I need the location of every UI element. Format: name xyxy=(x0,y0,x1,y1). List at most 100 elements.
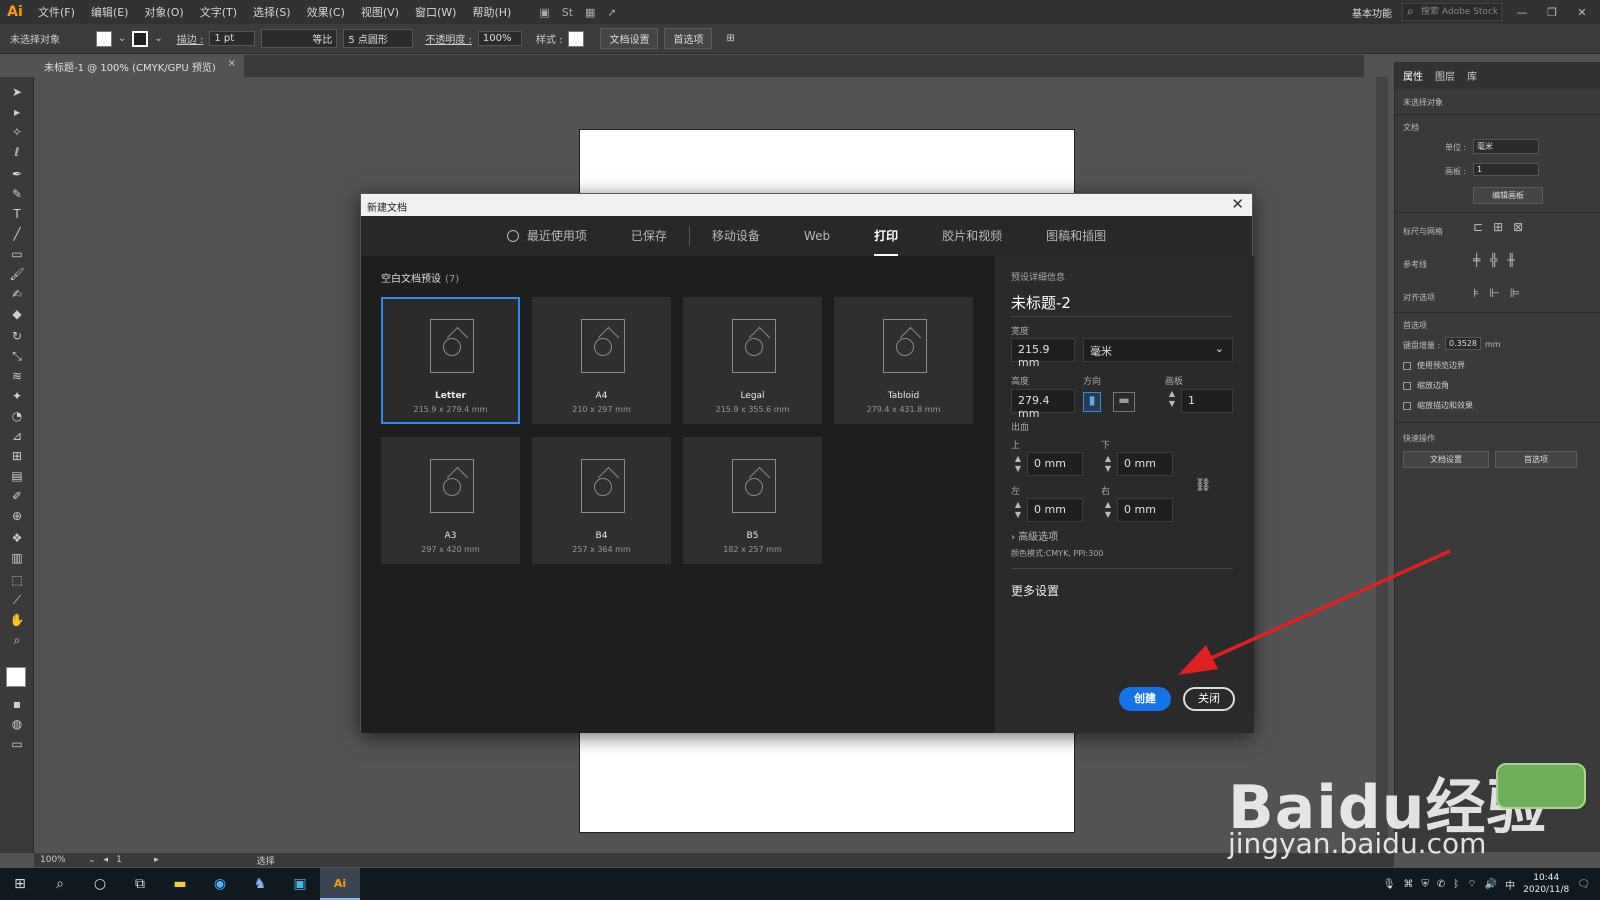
keyboard-increment-input[interactable]: 0.3528 xyxy=(1445,337,1481,350)
direct-selection-tool-icon[interactable]: ▸ xyxy=(9,105,25,119)
tab-film-video[interactable]: 胶片和视频 xyxy=(920,216,1024,256)
unit-select[interactable]: 毫米 xyxy=(1473,139,1539,154)
paintbrush-icon[interactable]: 🖌 xyxy=(9,267,25,281)
microphone-icon[interactable]: 🎙 xyxy=(1383,879,1396,890)
bluetooth-icon[interactable]: ᛒ xyxy=(1453,879,1459,890)
pen-tool-icon[interactable]: ✒ xyxy=(9,167,25,181)
tab-saved[interactable]: 已保存 xyxy=(609,216,689,256)
minimize-icon[interactable]: — xyxy=(1512,6,1532,19)
magic-wand-icon[interactable]: ✧ xyxy=(9,125,25,139)
ruler-icon[interactable]: ⊏ xyxy=(1473,220,1483,234)
symbol-sprayer-icon[interactable]: ❖ xyxy=(9,531,25,545)
artboards-stepper-icon[interactable]: ▲ ▼ xyxy=(1167,389,1177,409)
document-tab[interactable]: 未标题-1 @ 100% (CMYK/GPU 预览) × xyxy=(34,55,244,77)
preferences-button[interactable]: 首选项 xyxy=(664,28,713,49)
scale-tool-icon[interactable]: ⤡ xyxy=(9,349,25,363)
preset-card-a4[interactable]: A4 210 x 297 mm xyxy=(532,297,671,424)
create-button[interactable]: 创建 xyxy=(1119,687,1171,711)
document-setup-button[interactable]: 文档设置 xyxy=(600,28,659,49)
chevron-down-icon[interactable]: ⌄ xyxy=(88,855,96,865)
edge-browser-icon[interactable]: ◉ xyxy=(200,868,240,900)
tab-art-illustration[interactable]: 图稿和插图 xyxy=(1024,216,1128,256)
task-view-icon[interactable]: ⧉ xyxy=(120,868,160,900)
bleed-right-stepper-icon[interactable]: ▲ ▼ xyxy=(1103,500,1113,520)
page-nav-prev-icon[interactable]: ◂ xyxy=(104,855,109,865)
tab-print[interactable]: 打印 xyxy=(852,216,920,256)
document-name-input[interactable]: 未标题-2 xyxy=(1011,292,1071,313)
tab-web[interactable]: Web xyxy=(782,216,852,256)
menu-view[interactable]: 视图(V) xyxy=(353,4,407,20)
preset-card-a3[interactable]: A3 297 x 420 mm xyxy=(381,437,520,564)
align-point-icon[interactable]: ⊧ xyxy=(1473,286,1479,300)
file-explorer-icon[interactable]: ▬ xyxy=(160,868,200,900)
curvature-tool-icon[interactable]: ✎ xyxy=(9,187,25,201)
quick-preferences-button[interactable]: 首选项 xyxy=(1495,451,1577,468)
tab-layers[interactable]: 图层 xyxy=(1435,68,1455,83)
lock-guides-icon[interactable]: ╬ xyxy=(1490,253,1497,267)
fill-swatch[interactable] xyxy=(96,30,112,47)
draw-mode-icon[interactable]: ◍ xyxy=(9,717,25,731)
align-pixel-icon[interactable]: ⊩ xyxy=(1489,286,1499,300)
artboard-number[interactable]: 1 xyxy=(116,855,146,865)
bleed-bottom-input[interactable]: 0 mm xyxy=(1117,452,1173,476)
system-clock[interactable]: 10:44 2020/11/8 xyxy=(1523,872,1569,896)
stroke-label[interactable]: 描边 : xyxy=(177,31,204,46)
stroke-profile-select[interactable]: 等比 xyxy=(261,29,338,48)
gradient-tool-icon[interactable]: ▤ xyxy=(9,469,25,483)
advanced-options-toggle[interactable]: › 高级选项 xyxy=(1011,528,1058,543)
perspective-grid-icon[interactable]: ⊿ xyxy=(9,429,25,443)
mesh-tool-icon[interactable]: ⊞ xyxy=(9,449,25,463)
bleed-bottom-stepper-icon[interactable]: ▲ ▼ xyxy=(1103,454,1113,474)
windows-start-icon[interactable]: ⊞ xyxy=(0,868,40,900)
bleed-left-stepper-icon[interactable]: ▲ ▼ xyxy=(1013,500,1023,520)
artboard-tool-icon[interactable]: ⬚ xyxy=(9,573,25,587)
stroke-swatch[interactable] xyxy=(132,30,149,47)
chevron-down-icon[interactable]: ⌄ xyxy=(118,33,126,44)
stock-icon[interactable]: St xyxy=(562,6,573,19)
notification-icon[interactable]: 🗨 xyxy=(1577,879,1590,890)
stroke-weight-input[interactable]: 1 pt xyxy=(209,31,256,46)
restore-icon[interactable]: ❐ xyxy=(1542,6,1562,19)
close-window-icon[interactable]: ✕ xyxy=(1572,6,1592,19)
style-swatch[interactable] xyxy=(568,30,585,47)
cortana-icon[interactable]: ○ xyxy=(80,868,120,900)
close-icon[interactable]: × xyxy=(228,58,236,69)
menu-window[interactable]: 窗口(W) xyxy=(407,4,464,20)
illustrator-taskbar-icon[interactable]: Ai xyxy=(320,868,360,900)
scale-strokes-checkbox[interactable]: 缩放描边和效果 xyxy=(1403,400,1473,411)
bleed-right-input[interactable]: 0 mm xyxy=(1117,498,1173,522)
rectangle-tool-icon[interactable]: ▭ xyxy=(9,247,25,261)
shield-icon[interactable]: ⛨ xyxy=(1421,879,1429,890)
ime-icon[interactable]: 中 xyxy=(1505,877,1515,892)
menu-select[interactable]: 选择(S) xyxy=(245,4,299,20)
menu-effect[interactable]: 效果(C) xyxy=(299,4,353,20)
stock-search-input[interactable]: 搜索 Adobe Stock xyxy=(1402,3,1502,21)
graph-tool-icon[interactable]: ▥ xyxy=(9,551,25,565)
tab-libraries[interactable]: 库 xyxy=(1467,68,1477,83)
search-icon[interactable]: ⌕ xyxy=(40,868,80,900)
artboard-select[interactable]: 1 xyxy=(1473,163,1539,176)
bleed-top-stepper-icon[interactable]: ▲ ▼ xyxy=(1013,454,1023,474)
scale-corners-checkbox[interactable]: 缩放边角 xyxy=(1403,380,1449,391)
bleed-left-input[interactable]: 0 mm xyxy=(1027,498,1083,522)
preset-card-legal[interactable]: Legal 215.9 x 355.6 mm xyxy=(683,297,822,424)
preset-card-tabloid[interactable]: Tabloid 279.4 x 431.8 mm xyxy=(834,297,973,424)
app-icon[interactable]: ♞ xyxy=(240,868,280,900)
arrange-icon[interactable]: ▦ xyxy=(585,6,595,19)
menu-file[interactable]: 文件(F) xyxy=(30,4,83,20)
height-input[interactable]: 279.4 mm xyxy=(1011,389,1075,420)
eyedropper-icon[interactable]: ✐ xyxy=(9,489,25,503)
color-mode-icon[interactable]: ▪ xyxy=(9,697,25,711)
shape-builder-icon[interactable]: ◔ xyxy=(9,409,25,423)
lasso-icon[interactable]: ℓ xyxy=(9,145,25,159)
artboards-input[interactable]: 1 xyxy=(1181,389,1233,413)
align-glyph-icon[interactable]: ⊫ xyxy=(1510,286,1520,300)
smart-guides-icon[interactable]: ╫ xyxy=(1507,253,1514,267)
blend-tool-icon[interactable]: ⊕ xyxy=(9,509,25,523)
preset-card-letter[interactable]: Letter 215.9 x 279.4 mm xyxy=(381,297,520,424)
slice-tool-icon[interactable]: ⟋ xyxy=(9,593,25,607)
network-icon[interactable]: ⌘ xyxy=(1403,879,1413,890)
tab-recent[interactable]: 最近使用项 xyxy=(485,216,609,256)
fill-color-icon[interactable] xyxy=(6,667,26,687)
bridge-icon[interactable]: ▣ xyxy=(539,6,549,19)
